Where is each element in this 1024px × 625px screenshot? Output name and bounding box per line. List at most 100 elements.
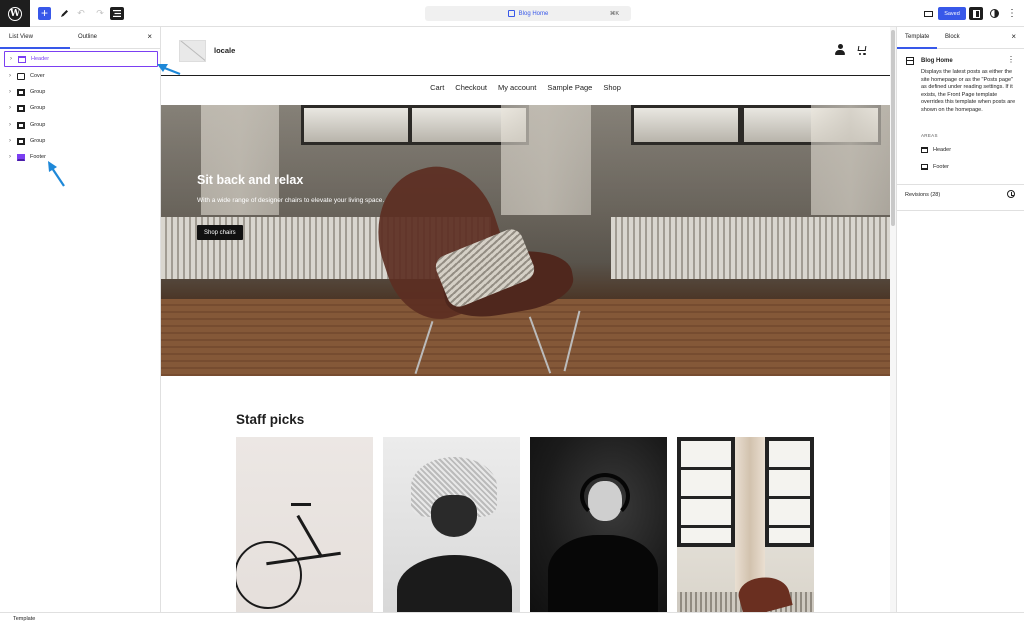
cart-icon[interactable] bbox=[856, 45, 867, 55]
redo-icon: ↷ bbox=[96, 8, 104, 18]
scrollbar-thumb[interactable] bbox=[891, 30, 895, 226]
editor-canvas[interactable]: locale Cart Checkout My account Sample P… bbox=[161, 27, 890, 612]
breadcrumb-template[interactable]: Template bbox=[13, 616, 35, 622]
add-block-button[interactable]: + bbox=[38, 7, 51, 20]
list-item-label: Header bbox=[31, 56, 50, 62]
nav-link-checkout[interactable]: Checkout bbox=[455, 83, 487, 92]
layout-icon bbox=[906, 57, 914, 65]
hero-heading[interactable]: Sit back and relax bbox=[197, 173, 303, 187]
desktop-icon bbox=[923, 10, 933, 17]
product-image-bicycle[interactable] bbox=[236, 437, 373, 612]
settings-toggle-button[interactable] bbox=[969, 7, 983, 20]
nav-link-cart[interactable]: Cart bbox=[430, 83, 444, 92]
styles-button[interactable] bbox=[988, 7, 1000, 20]
group-icon bbox=[17, 88, 25, 96]
shop-chairs-button[interactable]: Shop chairs bbox=[197, 225, 243, 240]
active-tab-indicator bbox=[0, 47, 70, 49]
tab-block[interactable]: Block bbox=[945, 34, 960, 40]
keyboard-shortcut: ⌘K bbox=[609, 10, 619, 17]
product-image-headphones-portrait[interactable] bbox=[530, 437, 667, 612]
tab-outline[interactable]: Outline bbox=[78, 34, 97, 40]
list-view-icon bbox=[113, 10, 121, 17]
template-icon bbox=[507, 10, 515, 17]
sidebar-icon bbox=[972, 9, 980, 18]
group-icon bbox=[17, 104, 25, 112]
contrast-icon bbox=[989, 9, 999, 18]
more-vertical-icon[interactable]: ⋮ bbox=[1007, 55, 1015, 64]
footer-icon bbox=[17, 153, 25, 161]
list-item-group[interactable]: › Group bbox=[4, 133, 158, 149]
group-icon bbox=[17, 137, 25, 145]
nav-link-my-account[interactable]: My account bbox=[498, 83, 536, 92]
list-view-tabs: List View Outline × bbox=[0, 27, 160, 49]
chevron-right-icon[interactable]: › bbox=[5, 138, 15, 144]
footer-icon bbox=[921, 164, 928, 170]
list-item-label: Group bbox=[30, 122, 46, 128]
list-item-label: Footer bbox=[30, 154, 46, 160]
site-logo-placeholder[interactable] bbox=[179, 40, 206, 62]
list-item-group[interactable]: › Group bbox=[4, 117, 158, 133]
document-overview-button[interactable] bbox=[110, 7, 124, 20]
nav-link-sample-page[interactable]: Sample Page bbox=[547, 83, 592, 92]
staff-picks-heading[interactable]: Staff picks bbox=[236, 412, 304, 427]
list-item-footer[interactable]: › Footer bbox=[4, 149, 158, 165]
account-icon[interactable] bbox=[835, 44, 845, 56]
tools-button[interactable] bbox=[58, 7, 70, 20]
site-navigation: Cart Checkout My account Sample Page Sho… bbox=[161, 83, 890, 92]
hero-floor bbox=[161, 299, 890, 376]
nav-link-shop[interactable]: Shop bbox=[603, 83, 621, 92]
device-preview-button[interactable] bbox=[922, 7, 934, 20]
chevron-right-icon[interactable]: › bbox=[5, 89, 15, 95]
chevron-right-icon[interactable]: › bbox=[5, 154, 15, 160]
site-title[interactable]: locale bbox=[214, 46, 235, 55]
settings-sidebar: Template Block × Blog Home ⋮ Displays th… bbox=[896, 27, 1024, 612]
divider bbox=[897, 184, 1024, 185]
divider bbox=[897, 210, 1024, 211]
editor-toolbar: W + ↶ ↷ Blog Home ⌘K Saved ⋮ bbox=[0, 0, 1024, 27]
list-item-group[interactable]: › Group bbox=[4, 100, 158, 116]
close-icon[interactable]: × bbox=[1011, 32, 1016, 41]
chevron-right-icon[interactable]: › bbox=[5, 73, 15, 79]
list-item-header[interactable]: › Header bbox=[4, 51, 158, 67]
list-item-label: Group bbox=[30, 105, 46, 111]
tab-list-view[interactable]: List View bbox=[9, 34, 33, 40]
command-palette-bar[interactable]: Blog Home ⌘K bbox=[425, 6, 631, 21]
hero-cover[interactable]: Sit back and relax With a wide range of … bbox=[161, 105, 890, 376]
history-icon[interactable] bbox=[1007, 190, 1015, 198]
template-name: Blog Home bbox=[921, 58, 953, 64]
undo-button[interactable]: ↶ bbox=[76, 7, 86, 20]
header-icon bbox=[18, 55, 26, 63]
area-label: Header bbox=[933, 147, 952, 153]
revisions-link[interactable]: Revisions (28) bbox=[905, 192, 940, 198]
hero-window bbox=[631, 105, 741, 145]
wordpress-logo-button[interactable]: W bbox=[0, 0, 30, 27]
wordpress-logo-icon: W bbox=[8, 6, 22, 21]
hero-curtain bbox=[811, 105, 890, 215]
template-description: Displays the latest posts as either the … bbox=[921, 69, 1016, 113]
product-image-chair-room[interactable] bbox=[677, 437, 814, 612]
list-item-label: Group bbox=[30, 89, 46, 95]
hero-paragraph[interactable]: With a wide range of designer chairs to … bbox=[197, 197, 384, 204]
list-item-group[interactable]: › Group bbox=[4, 84, 158, 100]
hero-radiator bbox=[611, 217, 890, 279]
product-image-hat-portrait[interactable] bbox=[383, 437, 520, 612]
chevron-right-icon[interactable]: › bbox=[5, 105, 15, 111]
area-header-button[interactable]: Header bbox=[921, 147, 951, 153]
list-item-cover[interactable]: › Cover bbox=[4, 68, 158, 84]
document-title: Blog Home bbox=[518, 10, 549, 17]
block-breadcrumb-bar: Template bbox=[0, 612, 1024, 625]
group-icon bbox=[17, 121, 25, 129]
options-button[interactable]: ⋮ bbox=[1007, 7, 1017, 20]
list-view-panel: List View Outline × › Header › Cover › G… bbox=[0, 27, 161, 612]
close-icon[interactable]: × bbox=[147, 32, 152, 41]
area-footer-button[interactable]: Footer bbox=[921, 164, 949, 170]
redo-button[interactable]: ↷ bbox=[95, 7, 105, 20]
chevron-right-icon[interactable]: › bbox=[6, 56, 16, 62]
hero-curtain bbox=[501, 105, 591, 215]
areas-label: AREAS bbox=[921, 133, 938, 138]
settings-tabs: Template Block × bbox=[897, 27, 1024, 49]
site-header[interactable]: locale bbox=[161, 27, 890, 76]
save-button[interactable]: Saved bbox=[938, 7, 966, 20]
chevron-right-icon[interactable]: › bbox=[5, 122, 15, 128]
tab-template[interactable]: Template bbox=[905, 34, 929, 40]
